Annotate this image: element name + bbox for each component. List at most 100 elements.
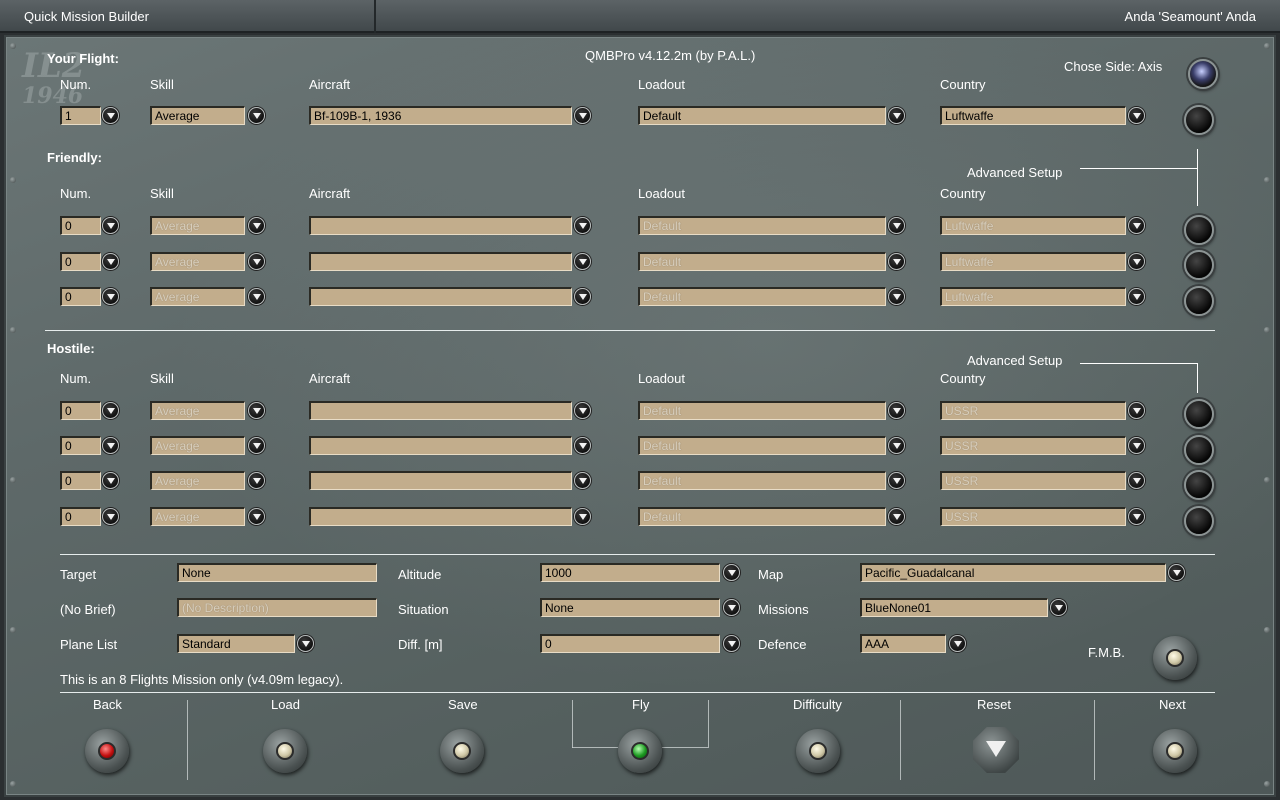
country-field[interactable]: Luftwaffe: [940, 252, 1126, 271]
country-dropdown[interactable]: [1128, 288, 1145, 305]
missions-dropdown[interactable]: [1050, 599, 1067, 616]
hostile-setup-knob[interactable]: [1184, 399, 1214, 429]
skill-dropdown[interactable]: [248, 402, 265, 419]
num-field[interactable]: 0: [60, 471, 101, 490]
aircraft-dropdown[interactable]: [574, 107, 591, 124]
aircraft-dropdown[interactable]: [574, 437, 591, 454]
skill-dropdown[interactable]: [248, 253, 265, 270]
aircraft-field[interactable]: [309, 287, 572, 306]
num-dropdown[interactable]: [102, 288, 119, 305]
loadout-field[interactable]: Default: [638, 252, 886, 271]
friendly-setup-knob[interactable]: [1184, 215, 1214, 245]
aircraft-field[interactable]: [309, 401, 572, 420]
missions-field[interactable]: BlueNone01: [860, 598, 1048, 617]
num-dropdown[interactable]: [102, 472, 119, 489]
loadout-field[interactable]: Default: [638, 471, 886, 490]
num-field[interactable]: 0: [60, 436, 101, 455]
skill-dropdown[interactable]: [248, 508, 265, 525]
hostile-setup-knob[interactable]: [1184, 435, 1214, 465]
loadout-field[interactable]: Default: [638, 287, 886, 306]
aircraft-dropdown[interactable]: [574, 402, 591, 419]
skill-field[interactable]: Average: [150, 401, 245, 420]
altitude-field[interactable]: 1000: [540, 563, 720, 582]
country-field[interactable]: Luftwaffe: [940, 216, 1126, 235]
your-flight-setup-knob[interactable]: [1184, 105, 1214, 135]
loadout-field[interactable]: Default: [638, 216, 886, 235]
aircraft-field[interactable]: Bf-109B-1, 1936: [309, 106, 572, 125]
skill-dropdown[interactable]: [248, 437, 265, 454]
loadout-dropdown[interactable]: [888, 508, 905, 525]
save-button[interactable]: [440, 729, 484, 773]
aircraft-field[interactable]: [309, 216, 572, 235]
loadout-field[interactable]: Default: [638, 401, 886, 420]
num-dropdown[interactable]: [102, 508, 119, 525]
country-dropdown[interactable]: [1128, 402, 1145, 419]
reset-button[interactable]: [973, 727, 1019, 773]
description-field[interactable]: (No Description): [177, 598, 377, 617]
map-field[interactable]: Pacific_Guadalcanal: [860, 563, 1166, 582]
loadout-dropdown[interactable]: [888, 107, 905, 124]
num-dropdown[interactable]: [102, 402, 119, 419]
target-field[interactable]: None: [177, 563, 377, 582]
difficulty-button[interactable]: [796, 729, 840, 773]
altitude-dropdown[interactable]: [723, 564, 740, 581]
loadout-dropdown[interactable]: [888, 437, 905, 454]
skill-dropdown[interactable]: [248, 217, 265, 234]
skill-field[interactable]: Average: [150, 507, 245, 526]
loadout-dropdown[interactable]: [888, 472, 905, 489]
skill-field[interactable]: Average: [150, 287, 245, 306]
plane-list-field[interactable]: Standard: [177, 634, 295, 653]
aircraft-field[interactable]: [309, 507, 572, 526]
defence-field[interactable]: AAA: [860, 634, 946, 653]
num-field[interactable]: 0: [60, 252, 101, 271]
hostile-setup-knob[interactable]: [1184, 470, 1214, 500]
country-field[interactable]: USSR: [940, 471, 1126, 490]
aircraft-field[interactable]: [309, 436, 572, 455]
aircraft-field[interactable]: [309, 471, 572, 490]
country-field[interactable]: USSR: [940, 401, 1126, 420]
num-field[interactable]: 1: [60, 106, 101, 125]
map-dropdown[interactable]: [1168, 564, 1185, 581]
choose-side-button[interactable]: [1188, 59, 1218, 89]
loadout-field[interactable]: Default: [638, 106, 886, 125]
num-field[interactable]: 0: [60, 216, 101, 235]
num-dropdown[interactable]: [102, 253, 119, 270]
skill-field[interactable]: Average: [150, 436, 245, 455]
aircraft-dropdown[interactable]: [574, 288, 591, 305]
next-button[interactable]: [1153, 729, 1197, 773]
friendly-setup-knob[interactable]: [1184, 250, 1214, 280]
num-dropdown[interactable]: [102, 437, 119, 454]
aircraft-dropdown[interactable]: [574, 217, 591, 234]
country-dropdown[interactable]: [1128, 437, 1145, 454]
skill-field[interactable]: Average: [150, 252, 245, 271]
country-field[interactable]: USSR: [940, 507, 1126, 526]
defence-dropdown[interactable]: [949, 635, 966, 652]
aircraft-field[interactable]: [309, 252, 572, 271]
loadout-field[interactable]: Default: [638, 436, 886, 455]
country-dropdown[interactable]: [1128, 253, 1145, 270]
loadout-dropdown[interactable]: [888, 217, 905, 234]
skill-dropdown[interactable]: [248, 288, 265, 305]
fly-button[interactable]: [618, 729, 662, 773]
num-field[interactable]: 0: [60, 401, 101, 420]
country-dropdown[interactable]: [1128, 472, 1145, 489]
num-dropdown[interactable]: [102, 217, 119, 234]
skill-field[interactable]: Average: [150, 216, 245, 235]
diff-field[interactable]: 0: [540, 634, 720, 653]
fmb-button[interactable]: [1153, 636, 1197, 680]
num-field[interactable]: 0: [60, 507, 101, 526]
loadout-field[interactable]: Default: [638, 507, 886, 526]
aircraft-dropdown[interactable]: [574, 472, 591, 489]
friendly-setup-knob[interactable]: [1184, 286, 1214, 316]
country-dropdown[interactable]: [1128, 508, 1145, 525]
skill-dropdown[interactable]: [248, 472, 265, 489]
aircraft-dropdown[interactable]: [574, 508, 591, 525]
num-dropdown[interactable]: [102, 107, 119, 124]
country-field[interactable]: USSR: [940, 436, 1126, 455]
load-button[interactable]: [263, 729, 307, 773]
loadout-dropdown[interactable]: [888, 288, 905, 305]
country-dropdown[interactable]: [1128, 107, 1145, 124]
plane-list-dropdown[interactable]: [297, 635, 314, 652]
country-field[interactable]: Luftwaffe: [940, 287, 1126, 306]
aircraft-dropdown[interactable]: [574, 253, 591, 270]
